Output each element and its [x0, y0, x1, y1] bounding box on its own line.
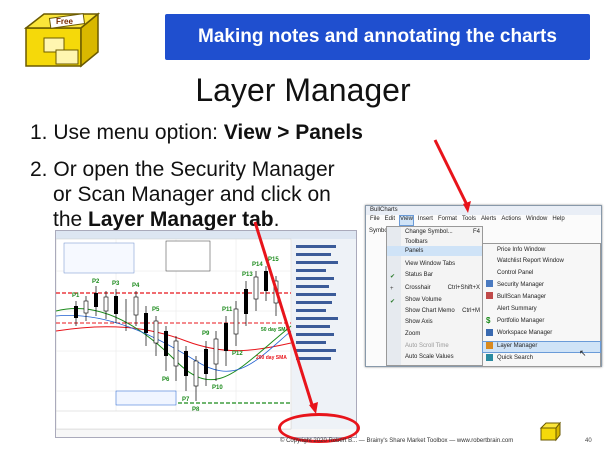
- annotation-arrows: [253, 139, 471, 414]
- arrow-to-view-menu: [433, 139, 470, 208]
- arrow-to-layer-tab: [253, 221, 315, 409]
- arrow-head: [463, 201, 471, 213]
- toolbox-footer-icon: [539, 421, 562, 442]
- slide-number: 40: [585, 438, 592, 444]
- footer-copyright: © Copyright 2020 Robert B... — Brainy's …: [280, 438, 514, 444]
